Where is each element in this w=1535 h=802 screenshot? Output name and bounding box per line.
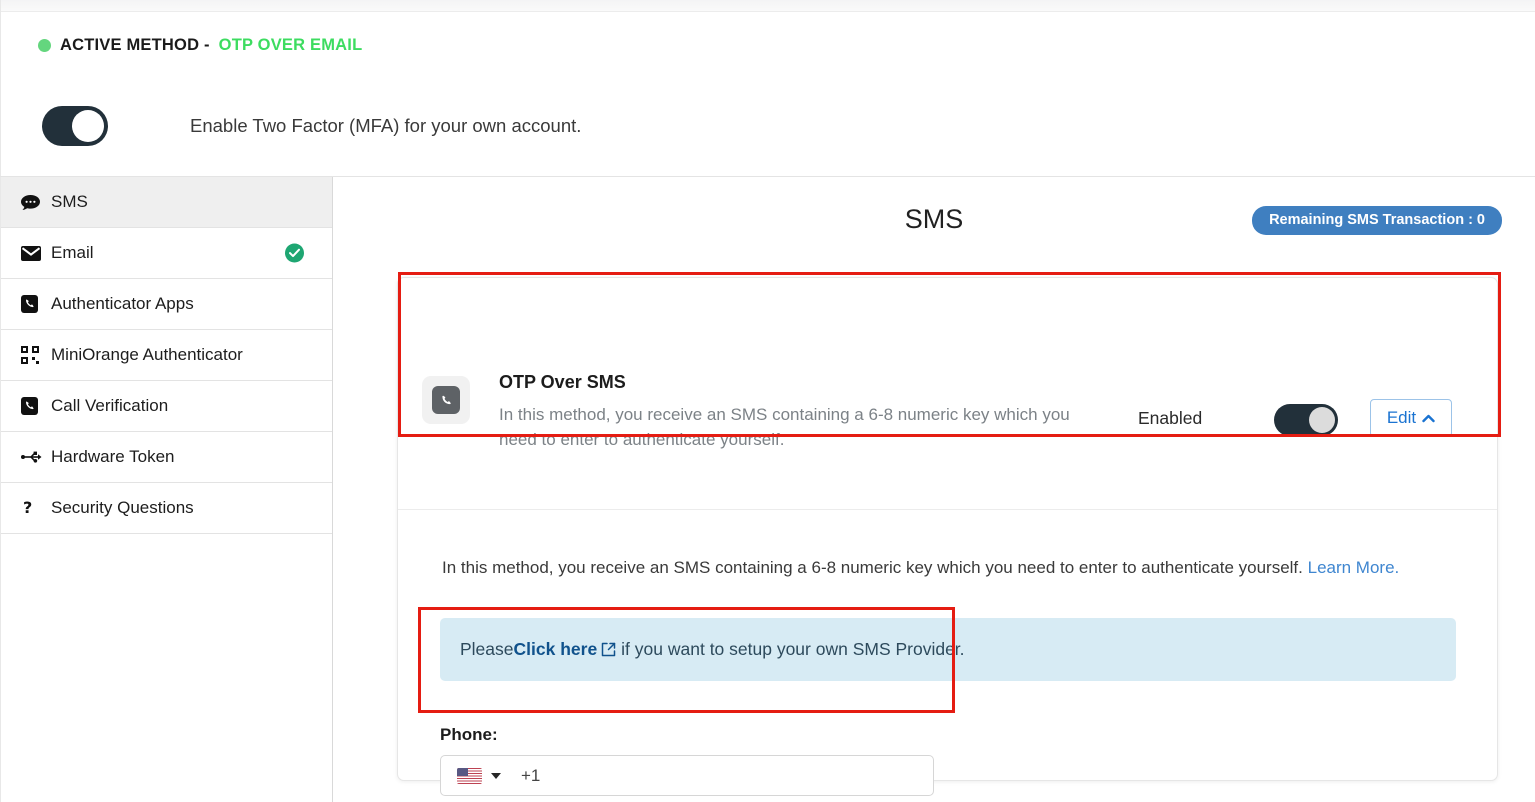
- method-icon-background: [422, 376, 470, 424]
- learn-more-link[interactable]: Learn More.: [1308, 558, 1400, 577]
- toggle-knob: [1309, 407, 1335, 433]
- method-status-label: Enabled: [1138, 408, 1203, 428]
- usb-icon: [21, 450, 47, 464]
- phone-icon: [21, 397, 47, 415]
- sidebar-item-sms[interactable]: SMS: [1, 177, 332, 228]
- envelope-icon: [21, 245, 47, 261]
- phone-field-label: Phone:: [440, 725, 498, 744]
- methods-sidebar: SMS Email Authenticator Apps MiniOrange …: [1, 177, 333, 802]
- method-title: OTP Over SMS: [499, 372, 626, 392]
- active-method-banner: ACTIVE METHOD - OTP OVER EMAIL: [38, 36, 362, 55]
- sidebar-item-security-questions[interactable]: ? Security Questions: [1, 483, 332, 534]
- click-here-link[interactable]: Click here: [514, 639, 598, 660]
- verified-check-icon: [285, 243, 304, 263]
- sidebar-item-authenticator-apps[interactable]: Authenticator Apps: [1, 279, 332, 330]
- sidebar-item-label: Email: [51, 243, 94, 262]
- sidebar-item-label: SMS: [51, 192, 88, 211]
- method-body-description: In this method, you receive an SMS conta…: [442, 555, 1482, 580]
- otp-over-sms-row: OTP Over SMS In this method, you receive…: [398, 352, 1497, 510]
- sidebar-item-email[interactable]: Email: [1, 228, 332, 279]
- active-method-label: ACTIVE METHOD -: [60, 36, 210, 54]
- phone-handset-icon: [432, 386, 460, 414]
- sidebar-item-call-verification[interactable]: Call Verification: [1, 381, 332, 432]
- active-method-value: OTP OVER EMAIL: [218, 36, 363, 54]
- remaining-sms-badge[interactable]: Remaining SMS Transaction : 0: [1252, 206, 1502, 235]
- phone-icon: [21, 295, 47, 313]
- edit-button-label: Edit: [1386, 408, 1417, 427]
- top-strip: [0, 0, 1535, 12]
- chevron-down-icon[interactable]: [491, 772, 501, 779]
- phone-input-group[interactable]: +1: [440, 755, 934, 796]
- method-text-block: OTP Over SMS In this method, you receive…: [499, 372, 1099, 452]
- method-enable-toggle[interactable]: [1274, 404, 1338, 436]
- sms-provider-info-box: Please Click here if you want to setup y…: [440, 618, 1456, 681]
- info-suffix-text: if you want to setup your own SMS Provid…: [621, 639, 965, 659]
- svg-text:?: ?: [23, 499, 32, 517]
- method-description: In this method, you receive an SMS conta…: [499, 405, 1070, 449]
- us-flag-icon: [457, 767, 482, 784]
- edit-button[interactable]: Edit: [1370, 399, 1452, 437]
- phone-dial-code: +1: [521, 765, 541, 785]
- sidebar-item-label: Security Questions: [51, 498, 194, 517]
- sidebar-item-label: MiniOrange Authenticator: [51, 345, 243, 364]
- mfa-settings-page: ACTIVE METHOD - OTP OVER EMAIL Enable Tw…: [0, 0, 1535, 802]
- question-mark-icon: ?: [21, 499, 47, 517]
- mfa-enable-row: Enable Two Factor (MFA) for your own acc…: [42, 106, 581, 146]
- sidebar-item-miniorange-authenticator[interactable]: MiniOrange Authenticator: [1, 330, 332, 381]
- chevron-up-icon: [1422, 414, 1435, 423]
- method-body-text: In this method, you receive an SMS conta…: [442, 558, 1303, 577]
- sidebar-item-hardware-token[interactable]: Hardware Token: [1, 432, 332, 483]
- main-panel: SMS Remaining SMS Transaction : 0 OTP Ov…: [333, 177, 1535, 802]
- info-prefix-text: Please: [460, 639, 514, 659]
- toggle-knob: [72, 110, 104, 142]
- chat-bubble-icon: [21, 194, 47, 210]
- external-link-icon[interactable]: [601, 642, 616, 657]
- status-dot-icon: [38, 39, 51, 52]
- qr-code-icon: [21, 346, 47, 364]
- mfa-enable-label: Enable Two Factor (MFA) for your own acc…: [190, 115, 582, 136]
- sidebar-item-label: Hardware Token: [51, 447, 175, 466]
- sidebar-item-label: Call Verification: [51, 396, 169, 415]
- sidebar-item-label: Authenticator Apps: [51, 294, 194, 313]
- mfa-enable-toggle[interactable]: [42, 106, 108, 146]
